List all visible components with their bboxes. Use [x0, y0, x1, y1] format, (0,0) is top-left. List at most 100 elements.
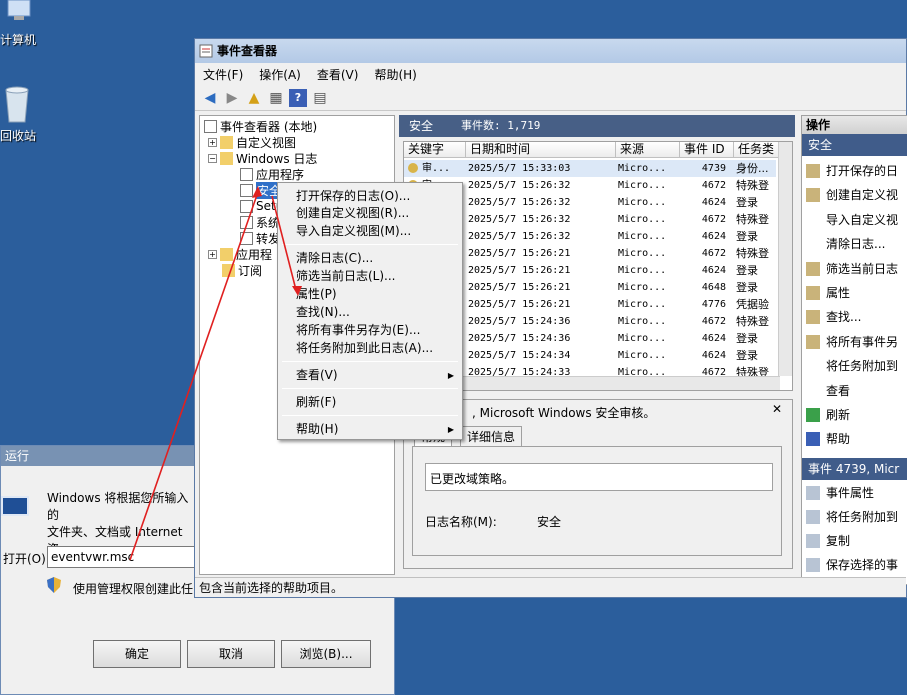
- menu-help[interactable]: 帮助(H): [374, 66, 416, 83]
- menu-help[interactable]: 帮助(H) ▶: [296, 421, 460, 438]
- cell-src: Micro...: [618, 163, 667, 174]
- expand-icon[interactable]: +: [208, 249, 217, 259]
- cell-id: 4672: [701, 248, 726, 259]
- action-item-label: 刷新: [826, 408, 851, 422]
- menu-save-all-events[interactable]: 将所有事件另存为(E)...: [296, 322, 420, 339]
- action-item[interactable]: 创建自定义视: [802, 184, 898, 206]
- action-item[interactable]: 筛选当前日志: [802, 258, 898, 280]
- menu-attach-task[interactable]: 将任务附加到此日志(A)...: [296, 340, 433, 357]
- action-item-label: 打开保存的日: [826, 164, 899, 178]
- cell-cat: 特殊登: [736, 179, 769, 192]
- help-icon[interactable]: ?: [289, 88, 307, 107]
- tree-windows-logs[interactable]: − Windows 日志: [208, 150, 317, 166]
- action-item-label: 复制: [826, 534, 851, 548]
- menu-refresh[interactable]: 刷新(F): [296, 394, 336, 411]
- tree-custom-views[interactable]: + 自定义视图: [208, 134, 296, 150]
- tree-security[interactable]: 安全: [240, 181, 283, 199]
- back-arrow-icon[interactable]: ◀: [201, 89, 219, 107]
- column-task-category[interactable]: 任务类: [734, 142, 782, 158]
- folder-icon: [220, 247, 233, 261]
- blank-icon: [806, 384, 820, 398]
- desktop-icon-recycle-bin[interactable]: 回收站: [0, 84, 40, 144]
- action-item[interactable]: 将任务附加到: [802, 355, 898, 377]
- actions-section-event[interactable]: 事件 4739, Micr: [802, 458, 907, 480]
- expand-icon[interactable]: +: [208, 137, 217, 147]
- menu-view[interactable]: 查看(V) ▶: [296, 367, 460, 384]
- show-hide-action-pane-icon[interactable]: ▤: [311, 89, 329, 107]
- actions-section-log[interactable]: 安全: [802, 134, 907, 156]
- cell-dt: 2025/5/7 15:24:34: [468, 350, 571, 361]
- cell-cat: 身份...: [736, 162, 769, 175]
- table-row[interactable]: 审... 2025/5/7 15:33:03 Micro... 4739 身份...: [404, 160, 776, 177]
- column-datetime[interactable]: 日期和时间: [466, 142, 616, 158]
- column-source[interactable]: 来源: [616, 142, 680, 158]
- tree-subscriptions-label: 订阅: [238, 263, 263, 278]
- collapse-icon[interactable]: −: [208, 153, 217, 163]
- cell-cat: 登录: [736, 264, 758, 277]
- up-folder-icon[interactable]: ▲: [245, 89, 263, 107]
- action-item-label: 查看: [826, 383, 851, 398]
- action-item[interactable]: 事件属性: [802, 482, 874, 504]
- cell-id: 4624: [701, 265, 726, 276]
- folder-icon: [220, 151, 233, 165]
- action-item[interactable]: 保存选择的事: [802, 554, 898, 576]
- menu-bar: 文件(F) 操作(A) 查看(V) 帮助(H): [195, 63, 906, 85]
- menu-import-custom-view[interactable]: 导入自定义视图(M)...: [296, 223, 411, 240]
- menu-file[interactable]: 文件(F): [203, 66, 243, 83]
- tree-apps-services[interactable]: + 应用程: [208, 246, 272, 262]
- menu-create-custom-view[interactable]: 创建自定义视图(R)...: [296, 205, 409, 222]
- desktop-icon-computer[interactable]: 计算机: [0, 0, 40, 48]
- cancel-button[interactable]: 取消: [187, 640, 275, 668]
- tree-application[interactable]: 应用程序: [240, 166, 304, 182]
- cell-src: Micro...: [618, 333, 667, 344]
- tree-system[interactable]: 系统: [240, 214, 280, 230]
- action-item[interactable]: 查看: [802, 380, 850, 402]
- action-item[interactable]: 清除日志...: [802, 233, 885, 255]
- menu-properties[interactable]: 属性(P): [296, 286, 337, 303]
- action-item[interactable]: 将任务附加到: [802, 506, 898, 528]
- show-hide-tree-icon[interactable]: ▦: [267, 89, 285, 107]
- menu-open-saved-log[interactable]: 打开保存的日志(O)...: [296, 188, 410, 205]
- tree-forwarded[interactable]: 转发: [240, 230, 280, 246]
- action-item[interactable]: 帮助: [802, 428, 850, 450]
- menu-help-label: 帮助(H): [296, 422, 339, 436]
- tree-root[interactable]: 事件查看器 (本地): [204, 118, 317, 134]
- menu-action[interactable]: 操作(A): [259, 66, 301, 83]
- action-item[interactable]: 打开保存的日: [802, 160, 898, 182]
- log-icon: [240, 199, 253, 213]
- menu-find[interactable]: 查找(N)...: [296, 304, 350, 321]
- close-icon[interactable]: ✕: [772, 402, 782, 416]
- ok-button[interactable]: 确定: [93, 640, 181, 668]
- action-item[interactable]: 复制: [802, 530, 850, 552]
- context-menu: 打开保存的日志(O)... 创建自定义视图(R)... 导入自定义视图(M)..…: [277, 182, 463, 440]
- forward-arrow-icon[interactable]: ▶: [223, 89, 241, 107]
- vertical-scrollbar[interactable]: [778, 142, 792, 376]
- action-item-label: 筛选当前日志: [826, 261, 899, 276]
- action-item[interactable]: 属性: [802, 282, 850, 304]
- open-label: 打开(O):: [3, 552, 50, 566]
- actions-header: 操作: [802, 116, 907, 134]
- menu-clear-log[interactable]: 清除日志(C)...: [296, 250, 373, 267]
- tab-details[interactable]: 详细信息: [460, 426, 523, 447]
- help-icon: [806, 432, 820, 447]
- cell-cat: 凭据验: [736, 298, 769, 311]
- cell-id: 4624: [701, 231, 726, 242]
- cell-src: Micro...: [618, 282, 667, 293]
- save-icon: [806, 558, 820, 572]
- menu-filter-current-log[interactable]: 筛选当前日志(L)...: [296, 268, 396, 285]
- action-item[interactable]: 刷新: [802, 404, 850, 426]
- column-keyword[interactable]: 关键字: [404, 142, 466, 158]
- action-item[interactable]: 查找...: [802, 306, 861, 328]
- binoculars-icon: [806, 310, 820, 325]
- menu-view[interactable]: 查看(V): [317, 66, 359, 83]
- cell-src: Micro...: [618, 180, 667, 191]
- subscription-icon: [222, 263, 235, 277]
- action-item[interactable]: 导入自定义视: [802, 209, 898, 231]
- cell-dt: 2025/5/7 15:26:21: [468, 282, 571, 293]
- column-event-id[interactable]: 事件 ID: [680, 142, 734, 158]
- action-item[interactable]: 将所有事件另: [802, 331, 898, 353]
- browse-button[interactable]: 浏览(B)...: [281, 640, 371, 668]
- open-input[interactable]: eventvwr.msc: [47, 546, 197, 568]
- detail-text-box[interactable]: 已更改域策略。: [425, 463, 773, 491]
- tree-subscriptions[interactable]: 订阅: [222, 262, 262, 278]
